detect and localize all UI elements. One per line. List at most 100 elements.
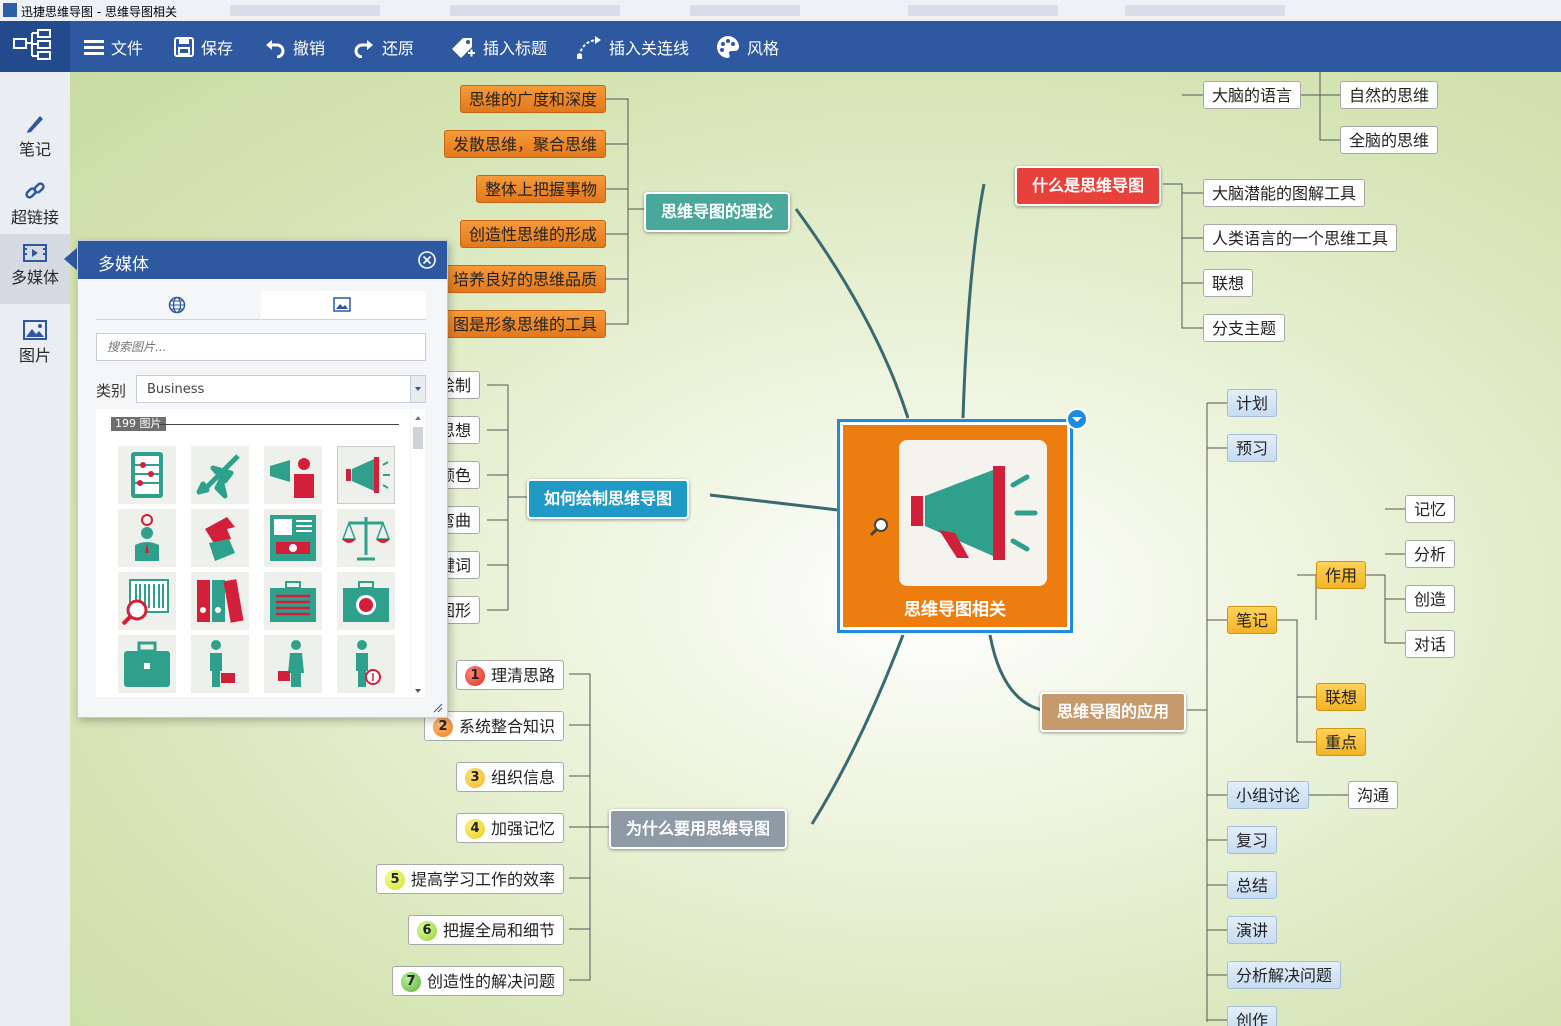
tab-web[interactable] <box>96 291 260 320</box>
app-menu-button[interactable] <box>0 21 70 72</box>
undo-button[interactable]: 撤销 <box>264 21 325 72</box>
background-tab[interactable] <box>690 5 800 16</box>
collapse-toggle-icon[interactable] <box>1066 408 1088 430</box>
sidebar-item-hyperlink[interactable]: 超链接 <box>0 170 70 236</box>
count-row: 199 图片 <box>111 417 401 431</box>
search-icon[interactable] <box>868 516 890 538</box>
sidebar-item-notes[interactable]: 笔记 <box>0 102 70 168</box>
insert-label-button[interactable]: 插入标题 <box>450 21 547 72</box>
application-child-node[interactable]: 复习 <box>1227 826 1278 854</box>
application-child-node[interactable]: 小组讨论 <box>1227 781 1310 809</box>
branch-topic-what-is[interactable]: 什么是思维导图 <box>1015 166 1162 206</box>
binders-thumbnail[interactable] <box>191 572 249 630</box>
central-topic-label: 思维导图相关 <box>904 600 1006 620</box>
what-is-subchild-node[interactable]: 自然的思维 <box>1340 81 1439 109</box>
grid-scrollbar[interactable] <box>411 409 425 697</box>
hamburger-icon <box>84 39 104 55</box>
scroll-thumb[interactable] <box>413 427 423 449</box>
toolbar: 文件 保存 撤销 还原 插入标题 插入关连线 风格 <box>0 21 1561 72</box>
priority-badge: 5 <box>385 869 405 890</box>
category-value: Business <box>147 382 205 397</box>
insert-connector-button[interactable]: 插入关连线 <box>576 21 689 72</box>
briefcase-thumbnail[interactable] <box>118 635 176 693</box>
image-search-input[interactable] <box>96 333 426 361</box>
branch-topic-theory[interactable]: 思维导图的理论 <box>644 192 791 232</box>
what-is-child-node[interactable]: 大脑潜能的图解工具 <box>1203 179 1366 207</box>
why-child-label: 提高学习工作的效率 <box>411 870 556 889</box>
atm-thumbnail[interactable] <box>264 509 322 567</box>
application-child-node[interactable]: 分析解决问题 <box>1227 961 1342 989</box>
why-child-node[interactable]: 7 创造性的解决问题 <box>392 966 565 996</box>
notes-child-node[interactable]: 联想 <box>1316 683 1367 711</box>
why-child-node[interactable]: 6 把握全局和细节 <box>408 915 565 945</box>
why-child-label: 系统整合知识 <box>459 717 556 736</box>
group-child-node[interactable]: 沟通 <box>1348 781 1399 809</box>
money-case-thumbnail[interactable] <box>337 572 395 630</box>
what-is-child-node[interactable]: 分支主题 <box>1203 314 1286 342</box>
background-tab[interactable] <box>1125 5 1285 16</box>
effect-child-node[interactable]: 对话 <box>1405 630 1456 658</box>
sidebar-item-picture[interactable]: 图片 <box>0 310 70 376</box>
theory-child-node[interactable]: 发散思维，聚合思维 <box>444 130 607 158</box>
what-is-child-node[interactable]: 人类语言的一个思维工具 <box>1203 224 1398 252</box>
what-is-child-node[interactable]: 联想 <box>1203 269 1254 297</box>
application-child-node[interactable]: 计划 <box>1227 389 1278 417</box>
megaphone-person-thumbnail[interactable] <box>264 446 322 504</box>
why-child-node[interactable]: 3 组织信息 <box>456 762 565 792</box>
what-is-subchild-node[interactable]: 全脑的思维 <box>1340 126 1439 154</box>
scroll-down-icon[interactable] <box>411 685 425 697</box>
application-child-node[interactable]: 创作 <box>1227 1006 1278 1026</box>
theory-child-node[interactable]: 创造性思维的形成 <box>460 220 607 248</box>
theory-child-node[interactable]: 思维的广度和深度 <box>460 85 607 113</box>
application-child-node[interactable]: 演讲 <box>1227 916 1278 944</box>
scroll-up-icon[interactable] <box>411 412 425 424</box>
theory-child-node[interactable]: 培养良好的思维品质 <box>444 265 607 293</box>
background-tab[interactable] <box>908 5 1058 16</box>
effect-child-node[interactable]: 记忆 <box>1405 495 1456 523</box>
megaphone-thumbnail[interactable] <box>337 446 395 504</box>
scales-thumbnail[interactable] <box>337 509 395 567</box>
money-case-icon <box>343 581 389 622</box>
why-child-node[interactable]: 4 加强记忆 <box>456 813 565 843</box>
redo-button[interactable]: 还原 <box>353 21 414 72</box>
tab-images[interactable] <box>261 291 426 320</box>
person-money-thumbnail[interactable] <box>337 635 395 693</box>
what-is-child-node[interactable]: 大脑的语言 <box>1203 81 1302 109</box>
person-bag-thumbnail[interactable] <box>191 635 249 693</box>
application-child-node[interactable]: 总结 <box>1227 871 1278 899</box>
effect-child-node[interactable]: 创造 <box>1405 585 1456 613</box>
woman-bag-thumbnail[interactable] <box>264 635 322 693</box>
arrows-thumbnail[interactable] <box>191 509 249 567</box>
file-menu-button[interactable]: 文件 <box>84 21 143 72</box>
theory-child-node[interactable]: 图是形象思维的工具 <box>444 310 607 338</box>
branch-topic-how-to[interactable]: 如何绘制思维导图 <box>527 479 690 519</box>
title-bar: 迅捷思维导图 - 思维导图相关 <box>0 0 1561 22</box>
abacus-thumbnail[interactable] <box>118 446 176 504</box>
airplane-icon <box>196 454 240 499</box>
effect-child-node[interactable]: 分析 <box>1405 540 1456 568</box>
notes-child-node[interactable]: 作用 <box>1316 561 1367 589</box>
save-button[interactable]: 保存 <box>174 21 233 72</box>
branch-topic-application[interactable]: 思维导图的应用 <box>1040 692 1187 732</box>
branch-topic-why[interactable]: 为什么要用思维导图 <box>609 809 788 849</box>
background-tab[interactable] <box>450 5 620 16</box>
idea-person-thumbnail[interactable] <box>118 509 176 567</box>
application-child-node[interactable]: 预习 <box>1227 434 1278 462</box>
save-label: 保存 <box>201 38 234 58</box>
why-child-node[interactable]: 5 提高学习工作的效率 <box>376 864 565 894</box>
priority-badge: 7 <box>401 971 421 992</box>
airplane-thumbnail[interactable] <box>191 446 249 504</box>
theory-child-node[interactable]: 整体上把握事物 <box>476 175 607 203</box>
resize-grip-icon[interactable] <box>433 703 443 713</box>
notes-child-node[interactable]: 重点 <box>1316 728 1367 756</box>
close-icon[interactable] <box>417 250 437 270</box>
category-select[interactable]: Business <box>136 375 426 403</box>
why-child-node[interactable]: 1 理清思路 <box>456 660 565 690</box>
person-money-icon <box>356 640 381 687</box>
barcode-search-thumbnail[interactable] <box>118 572 176 630</box>
background-tab[interactable] <box>230 5 380 16</box>
style-button[interactable]: 风格 <box>716 21 779 72</box>
application-child-node[interactable]: 笔记 <box>1227 606 1278 634</box>
sidebar-item-multimedia[interactable]: 多媒体 <box>0 234 70 304</box>
briefcase-lines-thumbnail[interactable] <box>264 572 322 630</box>
